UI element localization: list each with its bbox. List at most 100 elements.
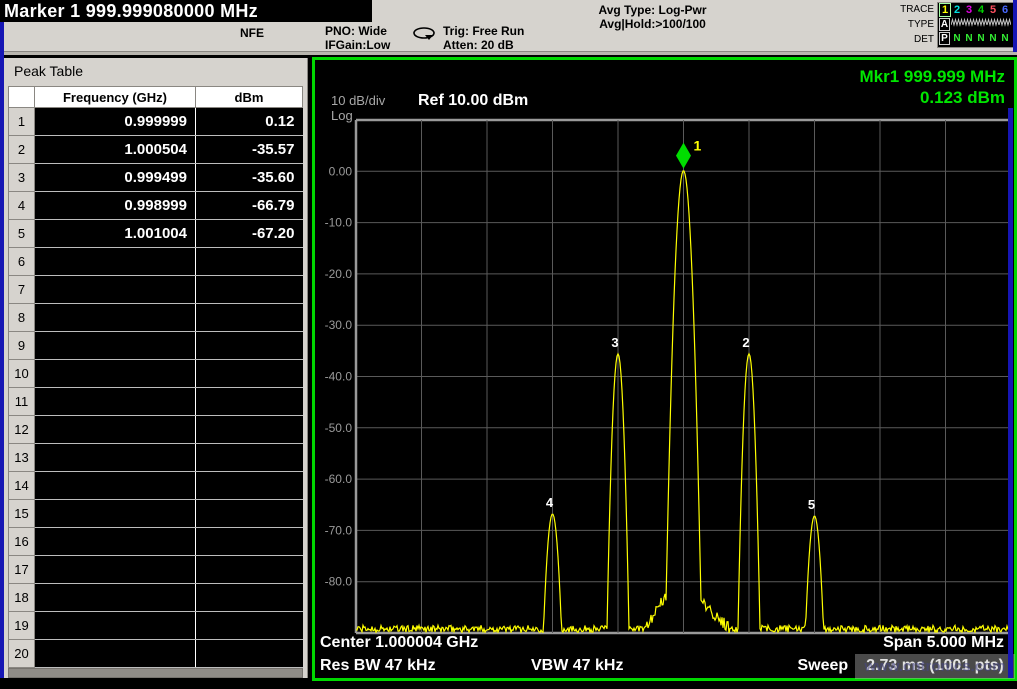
video-bw: VBW 47 kHz — [531, 657, 623, 675]
peak-table-row: 10.9999990.12 — [9, 108, 303, 136]
span: Span 5.000 MHz — [883, 634, 1004, 652]
trigger-status: Trig: Free Run — [443, 24, 524, 38]
peak-table-row: 7 — [9, 276, 303, 304]
trace-det-row: PNNNNN — [939, 31, 1012, 45]
peak-dbm-cell: -67.20 — [196, 220, 303, 248]
peak-table-title: Peak Table — [14, 63, 83, 79]
peak-row-number: 11 — [9, 388, 35, 416]
window-right-edge-top — [1013, 0, 1017, 52]
trace-number-1[interactable]: 1 — [939, 3, 951, 17]
peak-row-number: 8 — [9, 304, 35, 332]
peak-dbm-cell — [196, 360, 303, 388]
trace-label: TRACE — [880, 2, 934, 17]
watermark: www.cntronics.com — [855, 654, 1015, 679]
y-axis-label: -70.0 — [325, 523, 353, 537]
peak-table-row: 10 — [9, 360, 303, 388]
peak-dbm-cell — [196, 304, 303, 332]
y-axis-label: -30.0 — [325, 318, 353, 332]
peak-table-row: 11 — [9, 388, 303, 416]
marker-1-label: 1 — [694, 138, 702, 154]
type-label: TYPE — [880, 17, 934, 32]
marker-4-label: 4 — [546, 495, 554, 510]
peak-dbm-cell: -66.79 — [196, 192, 303, 220]
top-status-bar: Marker 1 999.999080000 MHz NFE PNO: Wide… — [0, 0, 1017, 55]
trace-det-normal: N — [963, 33, 975, 44]
peak-table-row: 13 — [9, 444, 303, 472]
peak-table-header-row: Frequency (GHz) dBm — [9, 87, 303, 108]
peak-row-number: 16 — [9, 528, 35, 556]
peak-dbm-cell — [196, 332, 303, 360]
peak-dbm-cell: -35.57 — [196, 136, 303, 164]
peak-dbm-cell — [196, 388, 303, 416]
average-status: Avg Type: Log-Pwr Avg|Hold:>100/100 — [545, 3, 760, 31]
peak-col-frequency: Frequency (GHz) — [35, 87, 196, 108]
peak-table-scrollbar[interactable] — [8, 668, 303, 678]
marker-2-label: 2 — [742, 335, 749, 350]
trigger-atten-status: Trig: Free Run Atten: 20 dB — [443, 24, 524, 52]
trace-det-normal: N — [987, 33, 999, 44]
peak-table-body: 10.9999990.1221.000504-35.5730.999499-35… — [9, 108, 303, 668]
atten-status: Atten: 20 dB — [443, 38, 524, 52]
peak-dbm-cell — [196, 444, 303, 472]
peak-dbm-cell: 0.12 — [196, 108, 303, 136]
peak-dbm-cell — [196, 556, 303, 584]
peak-frequency-cell: 0.999999 — [35, 108, 196, 136]
trace-legend-labels: TRACE TYPE DET — [880, 2, 934, 47]
spectrum-window[interactable]: Mkr1 999.999 MHz 0.123 dBm 10 dB/div Log… — [312, 57, 1017, 681]
clear-write-icon — [963, 15, 975, 33]
peak-col-dbm: dBm — [196, 87, 303, 108]
avg-hold-status: Avg|Hold:>100/100 — [545, 17, 760, 31]
clear-write-icon — [975, 15, 987, 33]
peak-frequency-cell — [35, 304, 196, 332]
peak-frequency-cell — [35, 416, 196, 444]
peak-frequency-cell — [35, 528, 196, 556]
peak-table-row: 30.999499-35.60 — [9, 164, 303, 192]
peak-dbm-cell — [196, 472, 303, 500]
center-frequency: Center 1.000004 GHz — [320, 634, 478, 652]
peak-frequency-cell — [35, 360, 196, 388]
peak-table-row: 21.000504-35.57 — [9, 136, 303, 164]
peak-row-number: 9 — [9, 332, 35, 360]
peak-table-row: 9 — [9, 332, 303, 360]
peak-frequency-cell: 1.001004 — [35, 220, 196, 248]
marker-3-label: 3 — [611, 335, 618, 350]
peak-row-number: 20 — [9, 640, 35, 668]
peak-table-row: 40.998999-66.79 — [9, 192, 303, 220]
trace-type-average: A — [939, 18, 950, 31]
peak-table-row: 20 — [9, 640, 303, 668]
pno-status: PNO: Wide — [325, 24, 390, 38]
peak-table-row: 17 — [9, 556, 303, 584]
peak-table-row: 16 — [9, 528, 303, 556]
peak-dbm-cell — [196, 248, 303, 276]
peak-frequency-cell — [35, 612, 196, 640]
peak-row-number: 14 — [9, 472, 35, 500]
graticule-and-trace: 0.00-10.0-20.0-30.0-40.0-50.0-60.0-70.0-… — [315, 60, 1017, 684]
peak-frequency-cell: 1.000504 — [35, 136, 196, 164]
ifgain-status: IFGain:Low — [325, 38, 390, 52]
peak-frequency-cell — [35, 500, 196, 528]
peak-dbm-cell — [196, 416, 303, 444]
peak-frequency-cell — [35, 388, 196, 416]
peak-row-number: 6 — [9, 248, 35, 276]
peak-table-row: 8 — [9, 304, 303, 332]
peak-frequency-cell — [35, 640, 196, 668]
trace-type-row: A — [939, 17, 1012, 31]
marker-5-label: 5 — [808, 497, 815, 512]
peak-row-number: 18 — [9, 584, 35, 612]
peak-table-row: 6 — [9, 248, 303, 276]
trace-det-normal: N — [951, 33, 963, 44]
peak-row-number: 1 — [9, 108, 35, 136]
peak-row-number: 19 — [9, 612, 35, 640]
peak-row-number: 10 — [9, 360, 35, 388]
y-axis-label: -60.0 — [325, 472, 353, 486]
peak-frequency-cell — [35, 248, 196, 276]
y-axis-label: -10.0 — [325, 216, 353, 230]
peak-dbm-cell — [196, 612, 303, 640]
y-axis-label: -40.0 — [325, 370, 353, 384]
peak-table-row: 14 — [9, 472, 303, 500]
peak-row-number: 4 — [9, 192, 35, 220]
marker-1-diamond[interactable] — [676, 143, 691, 169]
peak-dbm-cell — [196, 276, 303, 304]
det-label: DET — [880, 32, 934, 47]
peak-col-number — [9, 87, 35, 108]
